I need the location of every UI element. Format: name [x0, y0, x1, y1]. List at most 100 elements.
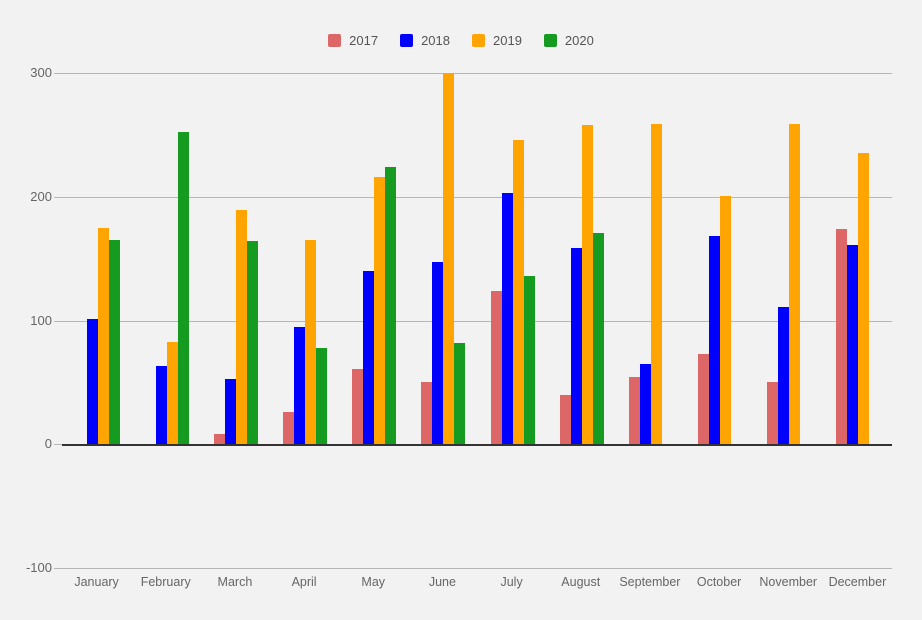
bar-chart: 2017 2018 2019 2020 300 200 100 0 -100 January Fe… — [0, 0, 922, 620]
legend-item-2017[interactable]: 2017 — [328, 32, 379, 48]
bar-stack — [767, 73, 811, 445]
bar-group: August — [546, 73, 615, 589]
bar-2020-january[interactable] — [108, 240, 120, 445]
x-axis-label-february: February — [140, 575, 191, 589]
bar-stack — [490, 73, 535, 445]
bar-group: January — [62, 73, 131, 589]
bar-2019-january[interactable] — [97, 227, 109, 445]
y-axis-tick-label: 100 — [30, 312, 52, 328]
bar-2017-june[interactable] — [421, 382, 433, 445]
x-axis-label-april: April — [291, 575, 317, 589]
x-axis-label-january: January — [74, 575, 119, 589]
y-axis-tick-label: 0 — [44, 436, 52, 452]
bar-2017-september[interactable] — [628, 377, 640, 445]
bar-2017-october[interactable] — [698, 353, 710, 445]
legend-swatch-icon — [543, 33, 557, 47]
x-axis-label-december: December — [828, 575, 887, 589]
bar-2019-november[interactable] — [789, 123, 801, 445]
bar-2017-december[interactable] — [836, 228, 848, 445]
bar-stack — [836, 73, 880, 445]
y-axis-tick-label: 300 — [30, 65, 52, 80]
x-axis-label-march: March — [217, 575, 253, 589]
bar-group: February — [131, 73, 200, 589]
bar-2017-august[interactable] — [559, 394, 571, 445]
gridline — [62, 568, 892, 569]
bar-2020-july[interactable] — [523, 275, 535, 445]
bar-2018-april[interactable] — [294, 326, 306, 445]
y-tick-dash-icon — [54, 568, 62, 569]
bar-2018-august[interactable] — [570, 247, 582, 445]
bar-group: October — [685, 73, 754, 589]
bar-group: March — [200, 73, 269, 589]
x-axis-label-june: June — [428, 575, 456, 589]
bar-stack — [559, 73, 604, 445]
legend-item-2020[interactable]: 2020 — [543, 32, 594, 48]
bar-2020-may[interactable] — [385, 167, 397, 445]
bar-2017-may[interactable] — [352, 368, 364, 445]
bar-2019-december[interactable] — [858, 153, 870, 445]
plot-area: 300 200 100 0 -100 January February March April M… — [26, 65, 892, 589]
bar-group: April — [270, 73, 339, 589]
bar-group: June — [408, 73, 477, 589]
legend-swatch-icon — [400, 33, 414, 47]
bar-group: July — [477, 73, 546, 589]
bar-2019-march[interactable] — [235, 210, 247, 445]
bar-2018-march[interactable] — [224, 378, 236, 445]
bar-stack — [213, 73, 258, 445]
y-axis-tick-label: 200 — [30, 188, 52, 204]
x-axis-label-october: October — [696, 575, 742, 589]
x-axis-label-may: May — [361, 575, 386, 589]
bar-2019-october[interactable] — [720, 195, 732, 445]
y-axis-tick-label: -100 — [25, 560, 52, 575]
y-tick-dash-icon — [54, 73, 62, 74]
bar-2018-december[interactable] — [847, 245, 859, 445]
legend-label: 2019 — [493, 32, 522, 48]
legend-swatch-icon — [328, 33, 342, 47]
bar-group: May — [339, 73, 408, 589]
bar-stack — [628, 73, 673, 445]
bar-2019-february[interactable] — [166, 341, 178, 445]
bar-2020-march[interactable] — [246, 241, 258, 445]
bar-stack — [698, 73, 742, 445]
bar-2019-may[interactable] — [374, 176, 386, 445]
y-tick-dash-icon — [54, 196, 62, 198]
bar-stack — [145, 73, 189, 445]
bar-2018-january[interactable] — [86, 319, 98, 445]
bar-2018-july[interactable] — [501, 193, 513, 445]
x-axis-label-november: November — [759, 575, 818, 589]
y-tick-dash-icon — [54, 444, 62, 446]
bar-2018-october[interactable] — [709, 236, 721, 445]
bar-stack — [283, 73, 328, 445]
legend-item-2019[interactable]: 2019 — [472, 32, 522, 48]
bar-2019-june[interactable] — [443, 73, 455, 445]
bar-2018-may[interactable] — [363, 271, 375, 445]
legend-label: 2017 — [349, 32, 379, 48]
legend-swatch-icon — [472, 33, 485, 47]
bar-2019-september[interactable] — [650, 123, 662, 445]
bar-2017-april[interactable] — [283, 412, 295, 445]
legend-label: 2020 — [564, 32, 594, 48]
bar-2019-august[interactable] — [581, 124, 593, 445]
bar-stack — [421, 73, 466, 445]
bar-2020-april[interactable] — [316, 347, 328, 445]
bar-2019-july[interactable] — [512, 139, 524, 445]
bar-2017-july[interactable] — [490, 290, 502, 445]
bar-stack — [352, 73, 397, 445]
y-tick-dash-icon — [54, 320, 62, 322]
bar-2018-june[interactable] — [432, 262, 444, 445]
bar-2018-september[interactable] — [639, 363, 651, 445]
bar-2020-february[interactable] — [177, 132, 189, 445]
bar-group: September — [615, 73, 684, 589]
legend-item-2018[interactable]: 2018 — [400, 33, 450, 47]
bar-2020-august[interactable] — [592, 232, 604, 445]
bar-group: November — [754, 73, 823, 589]
bar-2018-november[interactable] — [778, 306, 790, 445]
bar-2020-june[interactable] — [454, 342, 466, 445]
bar-2017-november[interactable] — [767, 382, 779, 445]
x-axis-label-july: July — [500, 575, 523, 589]
bar-2017-march[interactable] — [213, 434, 225, 445]
bar-stack — [76, 73, 120, 445]
chart-legend: 2017 2018 2019 2020 — [0, 30, 922, 50]
bar-2019-april[interactable] — [305, 240, 317, 445]
bar-2018-february[interactable] — [155, 366, 167, 445]
